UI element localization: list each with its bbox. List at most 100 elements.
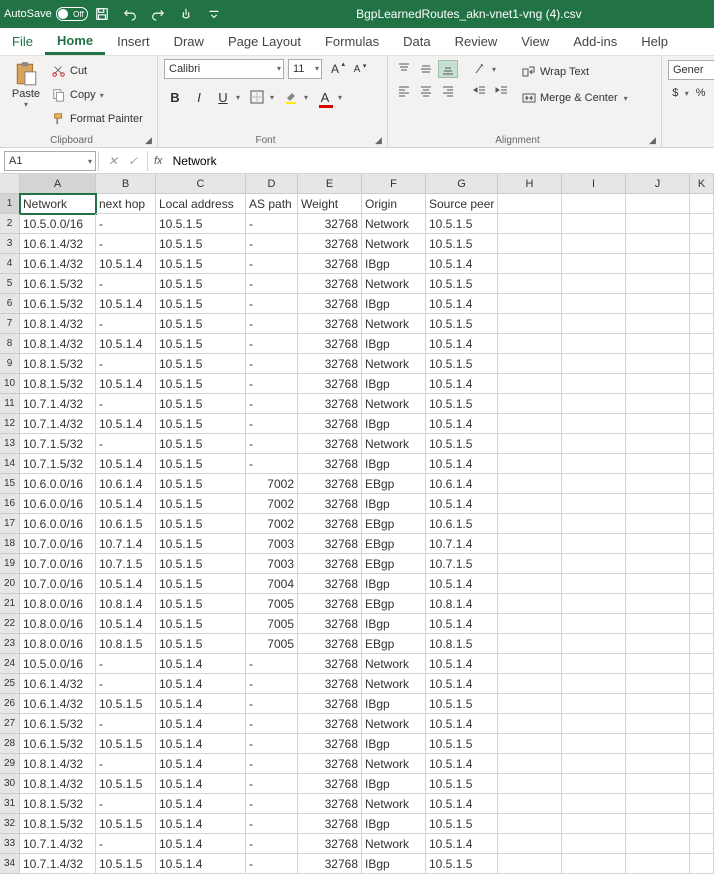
- accounting-dropdown-icon[interactable]: ▾: [685, 84, 692, 102]
- toggle-switch[interactable]: Off: [56, 7, 88, 21]
- cell[interactable]: [562, 374, 626, 394]
- cell[interactable]: 32768: [298, 654, 362, 674]
- cell[interactable]: [498, 774, 562, 794]
- cell[interactable]: 10.5.1.5: [96, 774, 156, 794]
- cell[interactable]: [498, 674, 562, 694]
- row-header[interactable]: 7: [0, 314, 20, 334]
- cell[interactable]: 32768: [298, 734, 362, 754]
- cell[interactable]: 10.8.1.5/32: [20, 814, 96, 834]
- redo-icon[interactable]: [146, 2, 170, 26]
- cell[interactable]: [498, 814, 562, 834]
- cell[interactable]: 32768: [298, 474, 362, 494]
- cell[interactable]: [562, 394, 626, 414]
- cell[interactable]: 10.5.1.4: [156, 854, 246, 874]
- cell[interactable]: Weight: [298, 194, 362, 214]
- cell[interactable]: 32768: [298, 834, 362, 854]
- cell[interactable]: 32768: [298, 334, 362, 354]
- cell[interactable]: [562, 554, 626, 574]
- cell[interactable]: IBgp: [362, 334, 426, 354]
- cell[interactable]: Network: [362, 794, 426, 814]
- align-middle-button[interactable]: [416, 60, 436, 78]
- cell[interactable]: 10.5.1.5: [96, 734, 156, 754]
- cell[interactable]: [626, 634, 690, 654]
- cell[interactable]: IBgp: [362, 774, 426, 794]
- cell[interactable]: Network: [362, 354, 426, 374]
- cell[interactable]: 10.7.1.5: [96, 554, 156, 574]
- cell[interactable]: 32768: [298, 754, 362, 774]
- cell[interactable]: [562, 494, 626, 514]
- cell[interactable]: [626, 614, 690, 634]
- row-header[interactable]: 28: [0, 734, 20, 754]
- cell[interactable]: 10.7.1.4/32: [20, 834, 96, 854]
- underline-button[interactable]: U: [212, 87, 234, 107]
- cell[interactable]: -: [96, 834, 156, 854]
- cell[interactable]: 10.5.1.4: [156, 794, 246, 814]
- cell[interactable]: [626, 654, 690, 674]
- cell[interactable]: 10.5.1.5: [426, 774, 498, 794]
- cut-button[interactable]: Cut: [50, 60, 145, 82]
- cell[interactable]: [626, 834, 690, 854]
- cell[interactable]: 10.5.1.5: [156, 234, 246, 254]
- cell[interactable]: [498, 454, 562, 474]
- cell[interactable]: 10.7.1.5/32: [20, 434, 96, 454]
- row-header[interactable]: 11: [0, 394, 20, 414]
- font-color-dropdown-icon[interactable]: ▾: [338, 93, 346, 102]
- row-header[interactable]: 32: [0, 814, 20, 834]
- cell[interactable]: IBgp: [362, 614, 426, 634]
- cell[interactable]: 10.5.1.4: [96, 334, 156, 354]
- cell[interactable]: 10.5.1.5: [96, 694, 156, 714]
- cell[interactable]: 10.5.1.5: [156, 214, 246, 234]
- cell[interactable]: [498, 494, 562, 514]
- cell[interactable]: [626, 694, 690, 714]
- row-header[interactable]: 16: [0, 494, 20, 514]
- col-header-D[interactable]: D: [246, 174, 298, 193]
- cell[interactable]: -: [246, 354, 298, 374]
- cell[interactable]: [626, 454, 690, 474]
- cell[interactable]: -: [246, 334, 298, 354]
- cell[interactable]: [562, 194, 626, 214]
- cell[interactable]: 7002: [246, 494, 298, 514]
- cell[interactable]: [562, 634, 626, 654]
- cell[interactable]: 32768: [298, 554, 362, 574]
- col-header-I[interactable]: I: [562, 174, 626, 193]
- row-header[interactable]: 4: [0, 254, 20, 274]
- cell[interactable]: 10.5.1.4: [96, 414, 156, 434]
- cell[interactable]: 10.5.1.5: [156, 514, 246, 534]
- cell[interactable]: 10.5.1.5: [426, 394, 498, 414]
- cell[interactable]: 10.7.0.0/16: [20, 534, 96, 554]
- cell[interactable]: Network: [362, 234, 426, 254]
- cell[interactable]: 10.8.1.4: [426, 594, 498, 614]
- cell[interactable]: [498, 414, 562, 434]
- cell[interactable]: [626, 274, 690, 294]
- cell[interactable]: [626, 534, 690, 554]
- row-header[interactable]: 15: [0, 474, 20, 494]
- cell[interactable]: IBgp: [362, 254, 426, 274]
- cell[interactable]: [498, 554, 562, 574]
- cell[interactable]: [626, 714, 690, 734]
- tab-formulas[interactable]: Formulas: [313, 28, 391, 55]
- row-header[interactable]: 20: [0, 574, 20, 594]
- cell[interactable]: -: [246, 814, 298, 834]
- col-header-G[interactable]: G: [426, 174, 498, 193]
- cell[interactable]: IBgp: [362, 734, 426, 754]
- cell[interactable]: [690, 854, 714, 874]
- cell[interactable]: [626, 754, 690, 774]
- cell[interactable]: [562, 434, 626, 454]
- cell[interactable]: 10.5.1.4: [96, 454, 156, 474]
- align-top-button[interactable]: [394, 60, 414, 78]
- cell[interactable]: 10.6.1.4: [426, 474, 498, 494]
- select-all-corner[interactable]: [0, 174, 20, 193]
- cell[interactable]: 32768: [298, 294, 362, 314]
- cell[interactable]: 7003: [246, 554, 298, 574]
- cell[interactable]: 10.5.1.5: [156, 574, 246, 594]
- cell[interactable]: 10.6.1.4: [96, 474, 156, 494]
- cell[interactable]: 10.8.1.5/32: [20, 794, 96, 814]
- cell[interactable]: 10.5.0.0/16: [20, 214, 96, 234]
- cell[interactable]: 10.5.1.4: [156, 674, 246, 694]
- cell[interactable]: [498, 614, 562, 634]
- cell[interactable]: 10.5.1.5: [156, 534, 246, 554]
- save-icon[interactable]: [90, 2, 114, 26]
- touch-mode-icon[interactable]: [174, 2, 198, 26]
- col-header-C[interactable]: C: [156, 174, 246, 193]
- row-header[interactable]: 10: [0, 374, 20, 394]
